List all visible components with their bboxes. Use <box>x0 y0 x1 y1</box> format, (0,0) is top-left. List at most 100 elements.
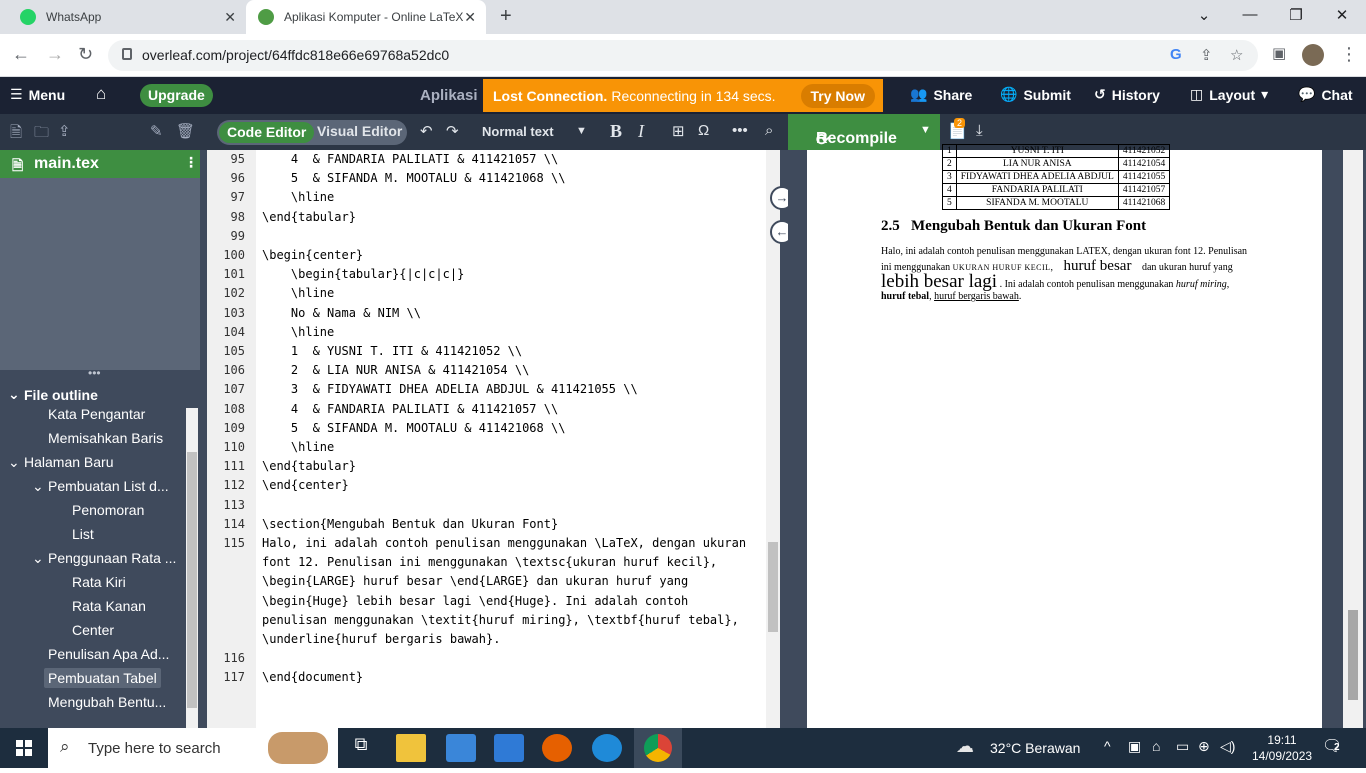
scrollbar-thumb[interactable] <box>1348 610 1358 700</box>
firefox-icon[interactable] <box>542 734 572 762</box>
outline-item[interactable]: Rata Kanan <box>72 598 146 614</box>
outline-item-selected[interactable]: Pembuatan Tabel <box>44 668 161 688</box>
tray-app-icon[interactable]: ▣ <box>1128 738 1141 755</box>
code-line[interactable]: \begin{tabular}{|c|c|c|} <box>262 267 464 281</box>
avatar[interactable] <box>1302 44 1324 66</box>
code-line[interactable]: 4 & FANDARIA PALILATI & 411421057 \\ <box>262 152 558 166</box>
outline-item[interactable]: Pembuatan List d... <box>48 478 169 494</box>
rename-pencil-icon[interactable]: ✎ <box>150 122 163 140</box>
download-icon[interactable]: ⤓ <box>976 122 983 139</box>
delete-trash-icon[interactable]: 🗑 <box>176 122 195 140</box>
pane-splitter[interactable]: → ← <box>770 150 794 728</box>
code-line[interactable]: 2 & LIA NUR ANISA & 411421054 \\ <box>262 363 529 377</box>
code-line[interactable]: \section{Mengubah Bentuk dan Ukuran Font… <box>262 517 558 531</box>
tray-chevron-icon[interactable]: ^ <box>1104 738 1111 754</box>
code-line[interactable]: \hline <box>262 325 334 339</box>
code-line[interactable]: \end{center} <box>262 478 349 492</box>
google-icon[interactable]: G <box>1170 46 1182 63</box>
scrollbar-thumb[interactable] <box>187 452 197 708</box>
search-icon[interactable]: ⌕ <box>765 122 773 139</box>
try-now-button[interactable]: Try Now <box>800 84 875 108</box>
close-icon[interactable]: ✕ <box>464 9 476 26</box>
outline-item[interactable]: Memisahkan Baris <box>48 430 163 446</box>
outline-item[interactable]: Penulisan Apa Ad... <box>48 646 169 662</box>
visual-editor-toggle[interactable]: Visual Editor <box>317 123 402 139</box>
project-title[interactable]: Aplikasi <box>420 87 478 104</box>
new-folder-icon[interactable]: 🗀 <box>34 122 49 147</box>
code-line[interactable]: \hline <box>262 286 334 300</box>
bookmark-star-icon[interactable]: ☆ <box>1230 46 1243 64</box>
code-line[interactable]: \end{tabular} <box>262 459 356 473</box>
home-icon[interactable]: ⌂ <box>96 84 106 104</box>
back-icon[interactable]: ← <box>12 44 30 65</box>
code-line[interactable]: Halo, ini adalah contoh penulisan menggu… <box>262 536 746 550</box>
text-style-dropdown[interactable]: Normal text <box>482 124 554 139</box>
code-line[interactable]: \underline{huruf bergaris bawah}. <box>262 632 500 646</box>
file-item-main-tex[interactable]: 🗎 main.tex ⋮ <box>0 150 200 178</box>
math-icon[interactable]: ⊞ <box>672 122 685 140</box>
submit-button[interactable]: 🌐 Submit <box>1000 86 1071 103</box>
italic-icon[interactable]: I <box>638 121 644 142</box>
bold-icon[interactable]: B <box>610 121 622 142</box>
undo-icon[interactable]: ↶ <box>420 122 433 140</box>
more-icon[interactable]: ••• <box>732 122 748 139</box>
code-editor-toggle[interactable]: Code Editor <box>219 122 315 143</box>
outline-toggle[interactable]: ⌄ <box>32 550 44 567</box>
outline-item[interactable]: Halaman Baru <box>24 454 114 470</box>
file-outline-header[interactable]: ⌄ File outline <box>0 382 200 408</box>
code-line[interactable]: \begin{Huge} lebih besar lagi \end{Huge}… <box>262 594 688 608</box>
file-menu-icon[interactable]: ⋮ <box>184 154 198 171</box>
recompile-button[interactable]: ⟳ Recompile ▼ <box>788 114 940 150</box>
chrome-taskbar-item[interactable] <box>634 728 682 768</box>
restore-button[interactable]: ❐ <box>1276 6 1316 24</box>
battery-icon[interactable]: ▭ <box>1176 738 1189 755</box>
code-line[interactable]: \begin{LARGE} huruf besar \end{LARGE} da… <box>262 574 688 588</box>
code-line[interactable]: \hline <box>262 190 334 204</box>
tray-app-icon[interactable]: ⌂ <box>1152 738 1160 754</box>
chevron-down-icon[interactable]: ▼ <box>576 125 587 137</box>
pdf-scrollbar[interactable] <box>1343 150 1363 728</box>
file-explorer-icon[interactable] <box>396 734 426 762</box>
outline-item[interactable]: Center <box>72 622 114 638</box>
code-line[interactable]: \begin{center} <box>262 248 363 262</box>
code-line[interactable]: 5 & SIFANDA M. MOOTALU & 411421068 \\ <box>262 421 566 435</box>
share-icon[interactable]: ⇪ <box>1200 46 1213 64</box>
outline-toggle[interactable]: ⌄ <box>32 478 44 495</box>
tab-whatsapp[interactable]: WhatsApp ✕ <box>8 0 246 34</box>
code-editor[interactable]: 4 & FANDARIA PALILATI & 411421057 \\ 5 &… <box>256 150 766 728</box>
outline-scrollbar[interactable] <box>186 408 198 728</box>
reload-icon[interactable]: ↻ <box>78 44 93 65</box>
scrollbar-thumb[interactable] <box>768 542 778 632</box>
edge-icon[interactable] <box>592 734 622 762</box>
more-menu-icon[interactable]: ⋮ <box>1340 44 1358 65</box>
upgrade-button[interactable]: Upgrade <box>140 84 213 107</box>
caret-down-icon[interactable]: ▼ <box>920 124 931 136</box>
code-line[interactable]: \hline <box>262 440 334 454</box>
pdf-page[interactable]: 1 YUSNI T. ITI 411421052 2 LIA NUR ANISA 4114… <box>807 144 1322 728</box>
outline-item[interactable]: Rata Kiri <box>72 574 126 590</box>
forward-icon[interactable]: → <box>46 44 64 65</box>
taskbar-search[interactable]: ⌕ Type here to search <box>48 728 338 768</box>
outline-item[interactable]: List <box>72 526 94 542</box>
outline-toggle[interactable]: ⌄ <box>8 454 20 471</box>
redo-icon[interactable]: ↷ <box>446 122 459 140</box>
code-line[interactable]: 4 & FANDARIA PALILATI & 411421057 \\ <box>262 402 558 416</box>
new-tab-button[interactable]: + <box>500 5 512 28</box>
taskbar-clock[interactable]: 19:11 14/09/2023 <box>1252 732 1312 764</box>
windows-start-button[interactable] <box>0 728 48 768</box>
task-view-icon[interactable]: ⧉ <box>346 734 376 762</box>
tab-overleaf[interactable]: Aplikasi Komputer - Online LaTeX ✕ <box>246 0 486 34</box>
code-line[interactable]: 3 & FIDYAWATI DHEA ADELIA ABDJUL & 41142… <box>262 382 638 396</box>
share-button[interactable]: 👥 Share <box>910 86 972 103</box>
history-button[interactable]: ↺ History <box>1094 86 1160 103</box>
upload-icon[interactable]: ⇪ <box>58 122 71 140</box>
new-file-icon[interactable]: 🗎 <box>10 122 22 147</box>
network-globe-icon[interactable]: ⊕ <box>1198 738 1210 755</box>
weather-text[interactable]: 32°C Berawan <box>990 740 1080 756</box>
outline-item[interactable]: Kata Pengantar <box>48 406 145 422</box>
minimize-button[interactable]: — <box>1230 6 1270 23</box>
outline-item[interactable]: Penggunaan Rata ... <box>48 550 176 566</box>
code-line[interactable]: penulisan menggunakan \textit{huruf miri… <box>262 613 739 627</box>
code-line[interactable]: font 12. Penulisan ini menggunakan \text… <box>262 555 717 569</box>
code-line[interactable]: \end{tabular} <box>262 210 356 224</box>
